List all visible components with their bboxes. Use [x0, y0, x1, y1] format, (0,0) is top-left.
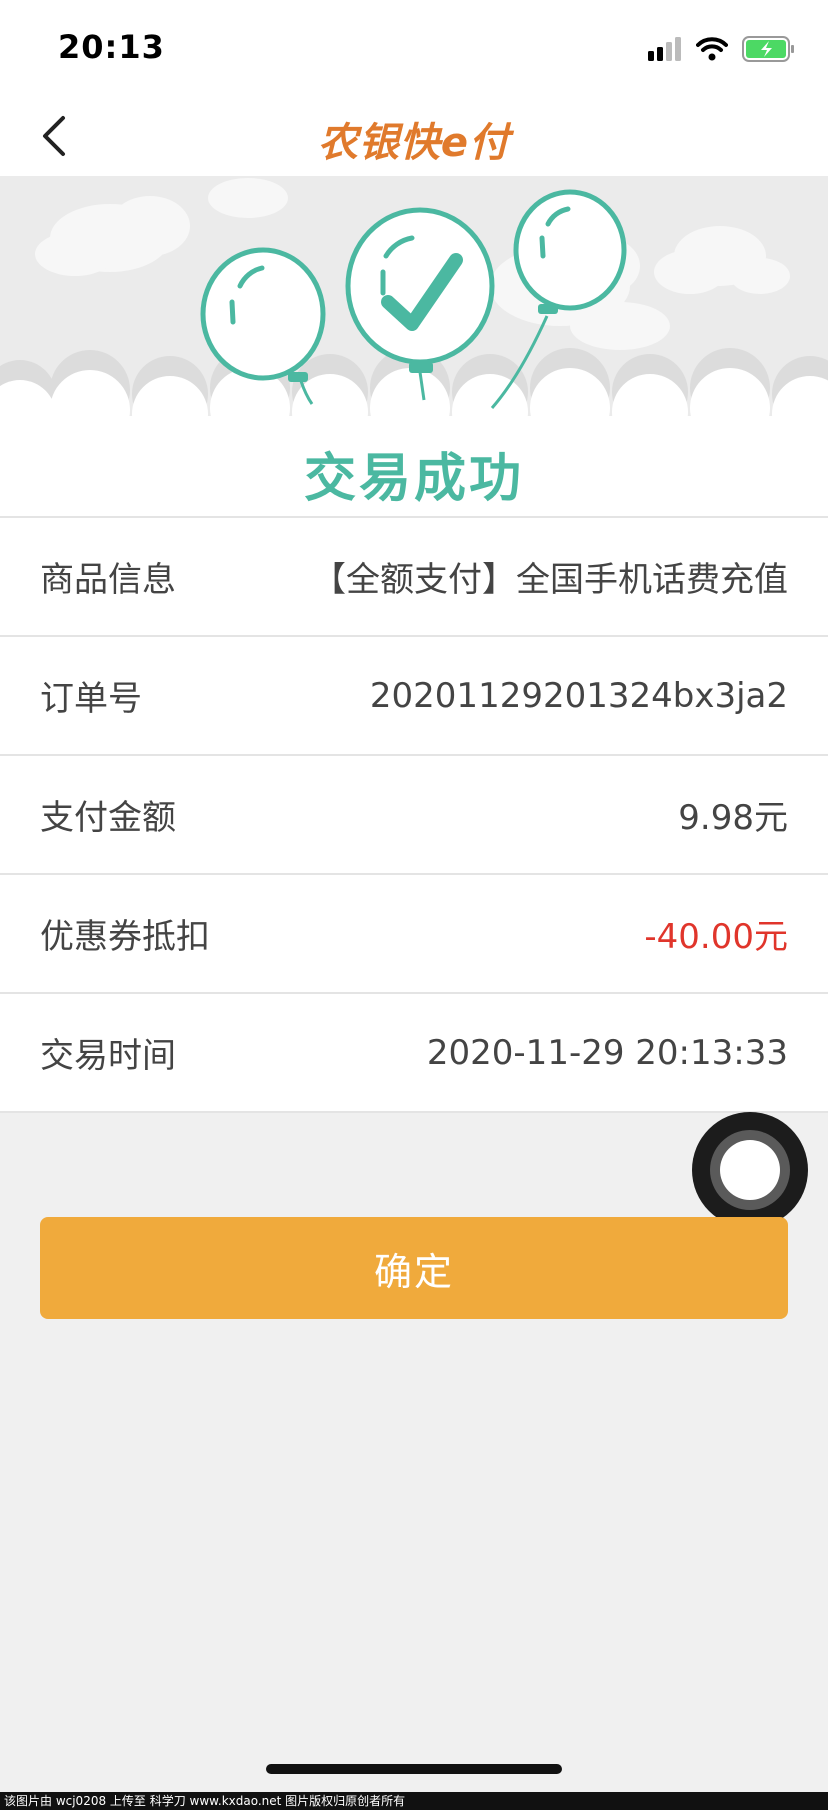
- detail-value: 9.98元: [678, 798, 788, 838]
- assistive-touch-icon: [710, 1130, 790, 1210]
- home-indicator[interactable]: [266, 1764, 562, 1774]
- detail-label: 交易时间: [40, 1036, 176, 1076]
- detail-value-discount: -40.00元: [644, 917, 788, 957]
- status-icons: [648, 34, 796, 64]
- detail-value: 【全额支付】全国手机话费充值: [312, 560, 788, 600]
- battery-charging-icon: [742, 36, 794, 62]
- detail-row-transaction-time: 交易时间 2020-11-29 20:13:33: [0, 994, 828, 1113]
- detail-label: 优惠券抵扣: [40, 917, 210, 957]
- detail-row-order-number: 订单号 20201129201324bx3ja2: [0, 637, 828, 756]
- detail-value: 20201129201324bx3ja2: [369, 675, 788, 716]
- assistive-touch-button[interactable]: [692, 1112, 808, 1228]
- assistive-touch-core: [720, 1140, 780, 1200]
- nav-bar: 农银快e付: [0, 96, 828, 176]
- detail-label: 订单号: [40, 679, 142, 719]
- brand-logo: 农银快e付: [317, 120, 511, 166]
- detail-row-product: 商品信息 【全额支付】全国手机话费充值: [0, 518, 828, 637]
- success-title: 交易成功: [303, 449, 524, 509]
- detail-value: 2020-11-29 20:13:33: [426, 1032, 788, 1073]
- detail-row-coupon-deduction: 优惠券抵扣 -40.00元: [0, 875, 828, 994]
- watermark-text: 该图片由 wcj0208 上传至 科学刀 www.kxdao.net 图片版权归…: [0, 1792, 828, 1810]
- detail-label: 支付金额: [40, 798, 176, 838]
- status-bar: 20:13: [0, 0, 828, 96]
- detail-label: 商品信息: [40, 560, 176, 600]
- status-time: 20:13: [58, 28, 165, 66]
- signal-icon: [648, 37, 681, 61]
- confirm-button[interactable]: 确定: [40, 1217, 788, 1319]
- wifi-icon: [696, 37, 728, 61]
- transaction-details: 商品信息 【全额支付】全国手机话费充值 订单号 20201129201324bx…: [0, 516, 828, 1113]
- detail-row-payment-amount: 支付金额 9.98元: [0, 756, 828, 875]
